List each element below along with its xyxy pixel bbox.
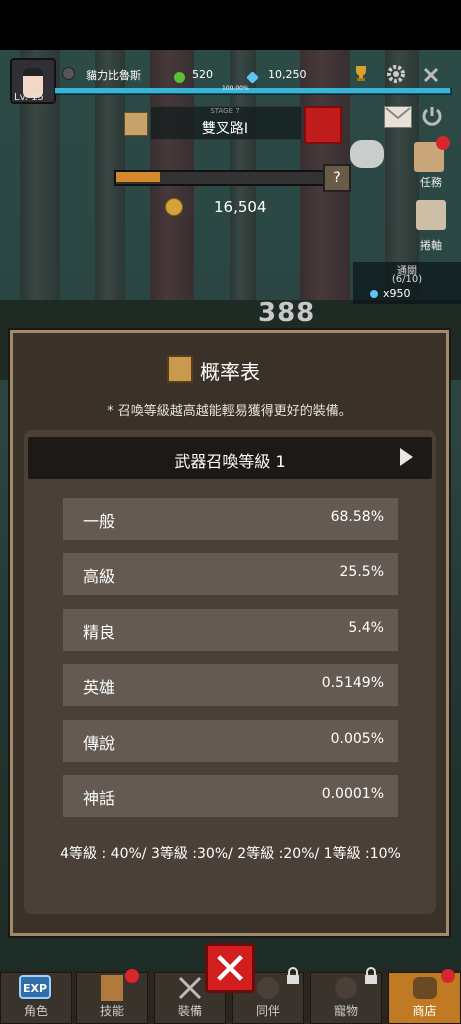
rarity-probability: 68.58% — [330, 509, 384, 525]
diamond-value: 10,250 — [268, 68, 307, 81]
trophy-icon[interactable] — [352, 64, 370, 82]
skill-book-icon — [101, 975, 123, 1001]
notification-badge — [441, 969, 455, 983]
tab-label: 角色 — [23, 1004, 48, 1018]
exp-bar-fill — [55, 88, 450, 93]
lock-icon — [365, 967, 377, 984]
notification-badge — [125, 969, 139, 983]
level-distribution-note: 4等級 : 40%/ 3等級 :30%/ 2等級 :20%/ 1等級 :10% — [60, 846, 401, 862]
rarity-name: 精良 — [83, 623, 116, 642]
summon-level-label: 武器召喚等級 1 — [174, 452, 286, 471]
modal-note: * 召喚等級越高越能輕易獲得更好的裝備。 — [107, 404, 352, 419]
player-name: 貓力比魯斯 — [86, 69, 141, 82]
stage-number: STAGE 7 — [210, 107, 240, 115]
boss-challenge-button[interactable] — [304, 106, 342, 144]
tab-label: 商店 — [412, 1004, 437, 1018]
guild-icon — [62, 66, 75, 80]
tab-character[interactable]: EXP 角色 — [0, 972, 72, 1024]
pet-icon — [335, 977, 357, 999]
mail-icon[interactable] — [384, 106, 412, 128]
rarity-probability: 5.4% — [348, 620, 384, 636]
probability-row: 神話 0.0001% — [63, 775, 398, 817]
tab-label: 裝備 — [177, 1004, 202, 1018]
rarity-name: 英雄 — [83, 678, 116, 697]
power-icon[interactable] — [420, 104, 444, 128]
probability-row: 傳說 0.005% — [63, 720, 398, 762]
pointing-hand-icon — [350, 140, 384, 168]
question-button[interactable]: ? — [323, 164, 351, 192]
summon-book-icon — [167, 355, 193, 383]
next-level-arrow-icon[interactable] — [400, 448, 413, 466]
stage-clear-count: (6/10) — [391, 274, 423, 285]
lock-icon — [287, 967, 299, 984]
close-game-icon[interactable] — [422, 66, 440, 84]
treasure-bag-icon — [413, 977, 437, 999]
green-currency-value: 520 — [192, 68, 213, 81]
exp-icon: EXP — [19, 975, 51, 999]
rarity-name: 神話 — [83, 789, 116, 808]
green-gem-icon — [174, 67, 185, 86]
close-button[interactable]: ✕ — [205, 943, 255, 994]
gear-icon[interactable] — [386, 64, 406, 84]
rarity-probability: 0.5149% — [321, 675, 384, 691]
gold-value: 16,504 — [214, 198, 267, 216]
gold-coin-icon — [165, 198, 183, 216]
summon-scroll-icon[interactable] — [416, 200, 446, 230]
tab-skill[interactable]: 技能 — [76, 969, 148, 1024]
stage-clear-reward: x950 — [370, 287, 411, 300]
probability-row: 精良 5.4% — [63, 609, 398, 651]
rarity-probability: 25.5% — [339, 564, 384, 580]
rarity-name: 傳說 — [83, 734, 116, 753]
notification-badge — [436, 136, 450, 150]
player-level: Lv. 15 — [14, 92, 44, 103]
map-icon[interactable] — [124, 112, 148, 136]
rarity-name: 一般 — [83, 512, 116, 531]
probability-row: 一般 68.58% — [63, 498, 398, 540]
tab-label: 技能 — [99, 1004, 124, 1018]
tab-shop[interactable]: 商店 — [388, 969, 461, 1024]
rarity-name: 高級 — [83, 567, 116, 586]
damage-number: 388 — [258, 298, 316, 328]
stage-clear-reward-value: x950 — [383, 287, 411, 300]
tab-pet[interactable]: 寵物 — [310, 967, 382, 1024]
swords-icon — [178, 976, 202, 1000]
rarity-probability: 0.0001% — [321, 786, 384, 802]
quest-label: 任務 — [420, 176, 442, 189]
stage-progress-fill — [116, 172, 160, 182]
exp-percent: 100.00% — [222, 85, 249, 92]
modal-title: 概率表 — [200, 360, 260, 384]
companion-icon — [257, 977, 279, 999]
scroll-label: 捲軸 — [420, 239, 442, 252]
tab-label: 同伴 — [255, 1004, 280, 1018]
probability-row: 英雄 0.5149% — [63, 664, 398, 706]
probability-row: 高級 25.5% — [63, 553, 398, 595]
diamond-icon — [370, 290, 378, 298]
rarity-probability: 0.005% — [330, 731, 384, 747]
stage-name: 雙叉路Ⅰ — [201, 121, 249, 137]
diamond-icon — [246, 67, 259, 86]
tab-label: 寵物 — [333, 1004, 358, 1018]
